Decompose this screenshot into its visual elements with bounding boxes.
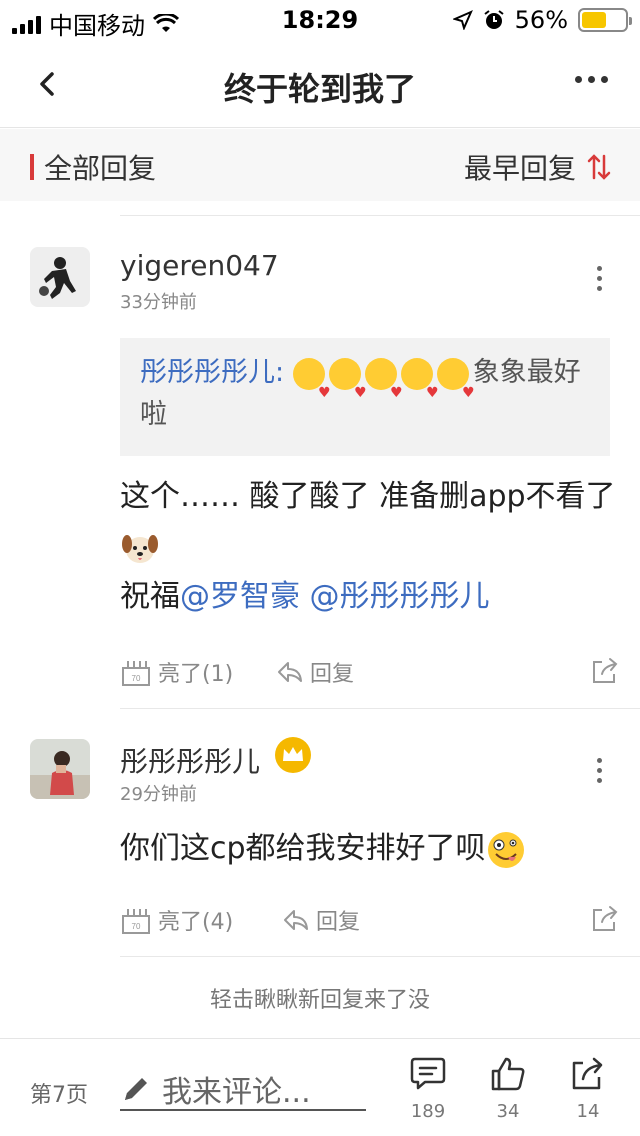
battery-percent: 56% (514, 6, 568, 34)
sort-button[interactable]: 最早回复 (464, 147, 612, 187)
pencil-icon (125, 1078, 147, 1100)
comment-bubble-icon (410, 1057, 446, 1090)
page-indicator[interactable]: 第7页 (30, 1077, 88, 1109)
crazy-face-emoji-icon (487, 831, 524, 868)
all-replies-label: 全部回复 (44, 152, 157, 185)
battery-icon (578, 8, 632, 32)
avatar[interactable] (30, 739, 90, 799)
divider (120, 215, 640, 216)
load-new-replies-button[interactable]: 轻击瞅瞅新回复来了没 (0, 982, 640, 1014)
nav-bar: 终于轮到我了 (0, 40, 640, 128)
reply-icon (284, 910, 308, 930)
reply-label: 回复 (310, 662, 355, 687)
divider (120, 708, 640, 709)
filter-bar: 全部回复 最早回复 (0, 129, 640, 201)
share-icon (572, 1057, 603, 1090)
location-icon (452, 10, 473, 30)
user-name[interactable]: 彤彤彤彤儿 (120, 740, 260, 780)
reply-button[interactable]: 回复 (276, 656, 354, 688)
quoted-reply[interactable]: 彤彤彤彤儿: 象象最好啦 (120, 338, 610, 456)
like-count-label: 亮了(4) (158, 910, 234, 935)
alarm-icon (484, 10, 504, 29)
kiss-emoji-icon (400, 357, 439, 414)
divider (120, 956, 640, 957)
comments-button[interactable]: 189 (398, 1055, 458, 1122)
more-options-icon[interactable] (575, 76, 608, 83)
kiss-emoji-icon (328, 357, 367, 414)
comment-placeholder: 我来评论... (162, 1075, 311, 1110)
light-up-button[interactable]: 70 亮了(1) (120, 656, 233, 688)
sort-label: 最早回复 (463, 152, 576, 185)
thumbs-up-icon (491, 1057, 525, 1091)
user-name[interactable]: yigeren047 (120, 249, 279, 282)
reply-label: 回复 (316, 910, 361, 935)
share-icon[interactable] (590, 656, 620, 686)
reply-icon (278, 662, 302, 682)
like-button[interactable]: 34 (478, 1055, 538, 1122)
comment-text-part: 你们这cp都给我安排好了呗 (120, 831, 486, 866)
mention-link[interactable]: @罗智豪 (180, 579, 300, 614)
avatar[interactable] (30, 247, 90, 307)
mention-link[interactable]: @彤彤彤彤儿 (310, 579, 490, 614)
share-icon[interactable] (590, 904, 620, 934)
comment-menu-icon[interactable] (597, 758, 602, 783)
share-button[interactable]: 14 (558, 1055, 618, 1122)
svg-text:70: 70 (132, 922, 141, 931)
status-right: 56% (452, 6, 632, 34)
comment-text-part: 这个…… 酸了酸了 准备删app不看了 (120, 479, 616, 514)
dog-emoji-icon (122, 534, 158, 563)
comment-menu-icon[interactable] (597, 266, 602, 291)
comment-actions: 70 亮了(4) 回复 (120, 904, 620, 944)
bottom-bar: 第7页 我来评论... 189 34 14 (0, 1038, 640, 1136)
page-title: 终于轮到我了 (223, 70, 416, 108)
cake-icon: 70 (122, 909, 150, 934)
comment-actions: 70 亮了(1) 回复 (120, 656, 620, 696)
status-bar: 中国移动 18:29 56% (0, 0, 640, 40)
comment-count: 189 (410, 1101, 446, 1122)
quoted-user[interactable]: 彤彤彤彤儿: (140, 357, 284, 388)
sort-icon (587, 154, 611, 180)
timestamp: 33分钟前 (120, 292, 197, 313)
cake-icon: 70 (122, 661, 150, 686)
like-count-label: 亮了(1) (158, 662, 234, 687)
comment-input[interactable]: 我来评论... (120, 1069, 366, 1111)
light-up-button[interactable]: 70 亮了(4) (120, 904, 233, 936)
all-replies-tab[interactable]: 全部回复 (30, 147, 156, 187)
like-count: 34 (496, 1101, 520, 1122)
comment-text-part: 祝福 (120, 579, 180, 614)
share-count: 14 (576, 1101, 600, 1122)
kiss-emoji-icon (364, 357, 403, 414)
kiss-emoji-icon (292, 357, 331, 414)
reply-button[interactable]: 回复 (282, 904, 360, 936)
svg-text:70: 70 (132, 674, 141, 683)
crown-badge-icon (275, 737, 311, 773)
timestamp: 29分钟前 (120, 784, 197, 805)
active-indicator (30, 154, 34, 180)
comment-text: 这个…… 酸了酸了 准备删app不看了 祝福@罗智豪 @彤彤彤彤儿 (120, 472, 620, 622)
comment-text: 你们这cp都给我安排好了呗 (120, 824, 620, 874)
kiss-emoji-icon (436, 357, 475, 414)
